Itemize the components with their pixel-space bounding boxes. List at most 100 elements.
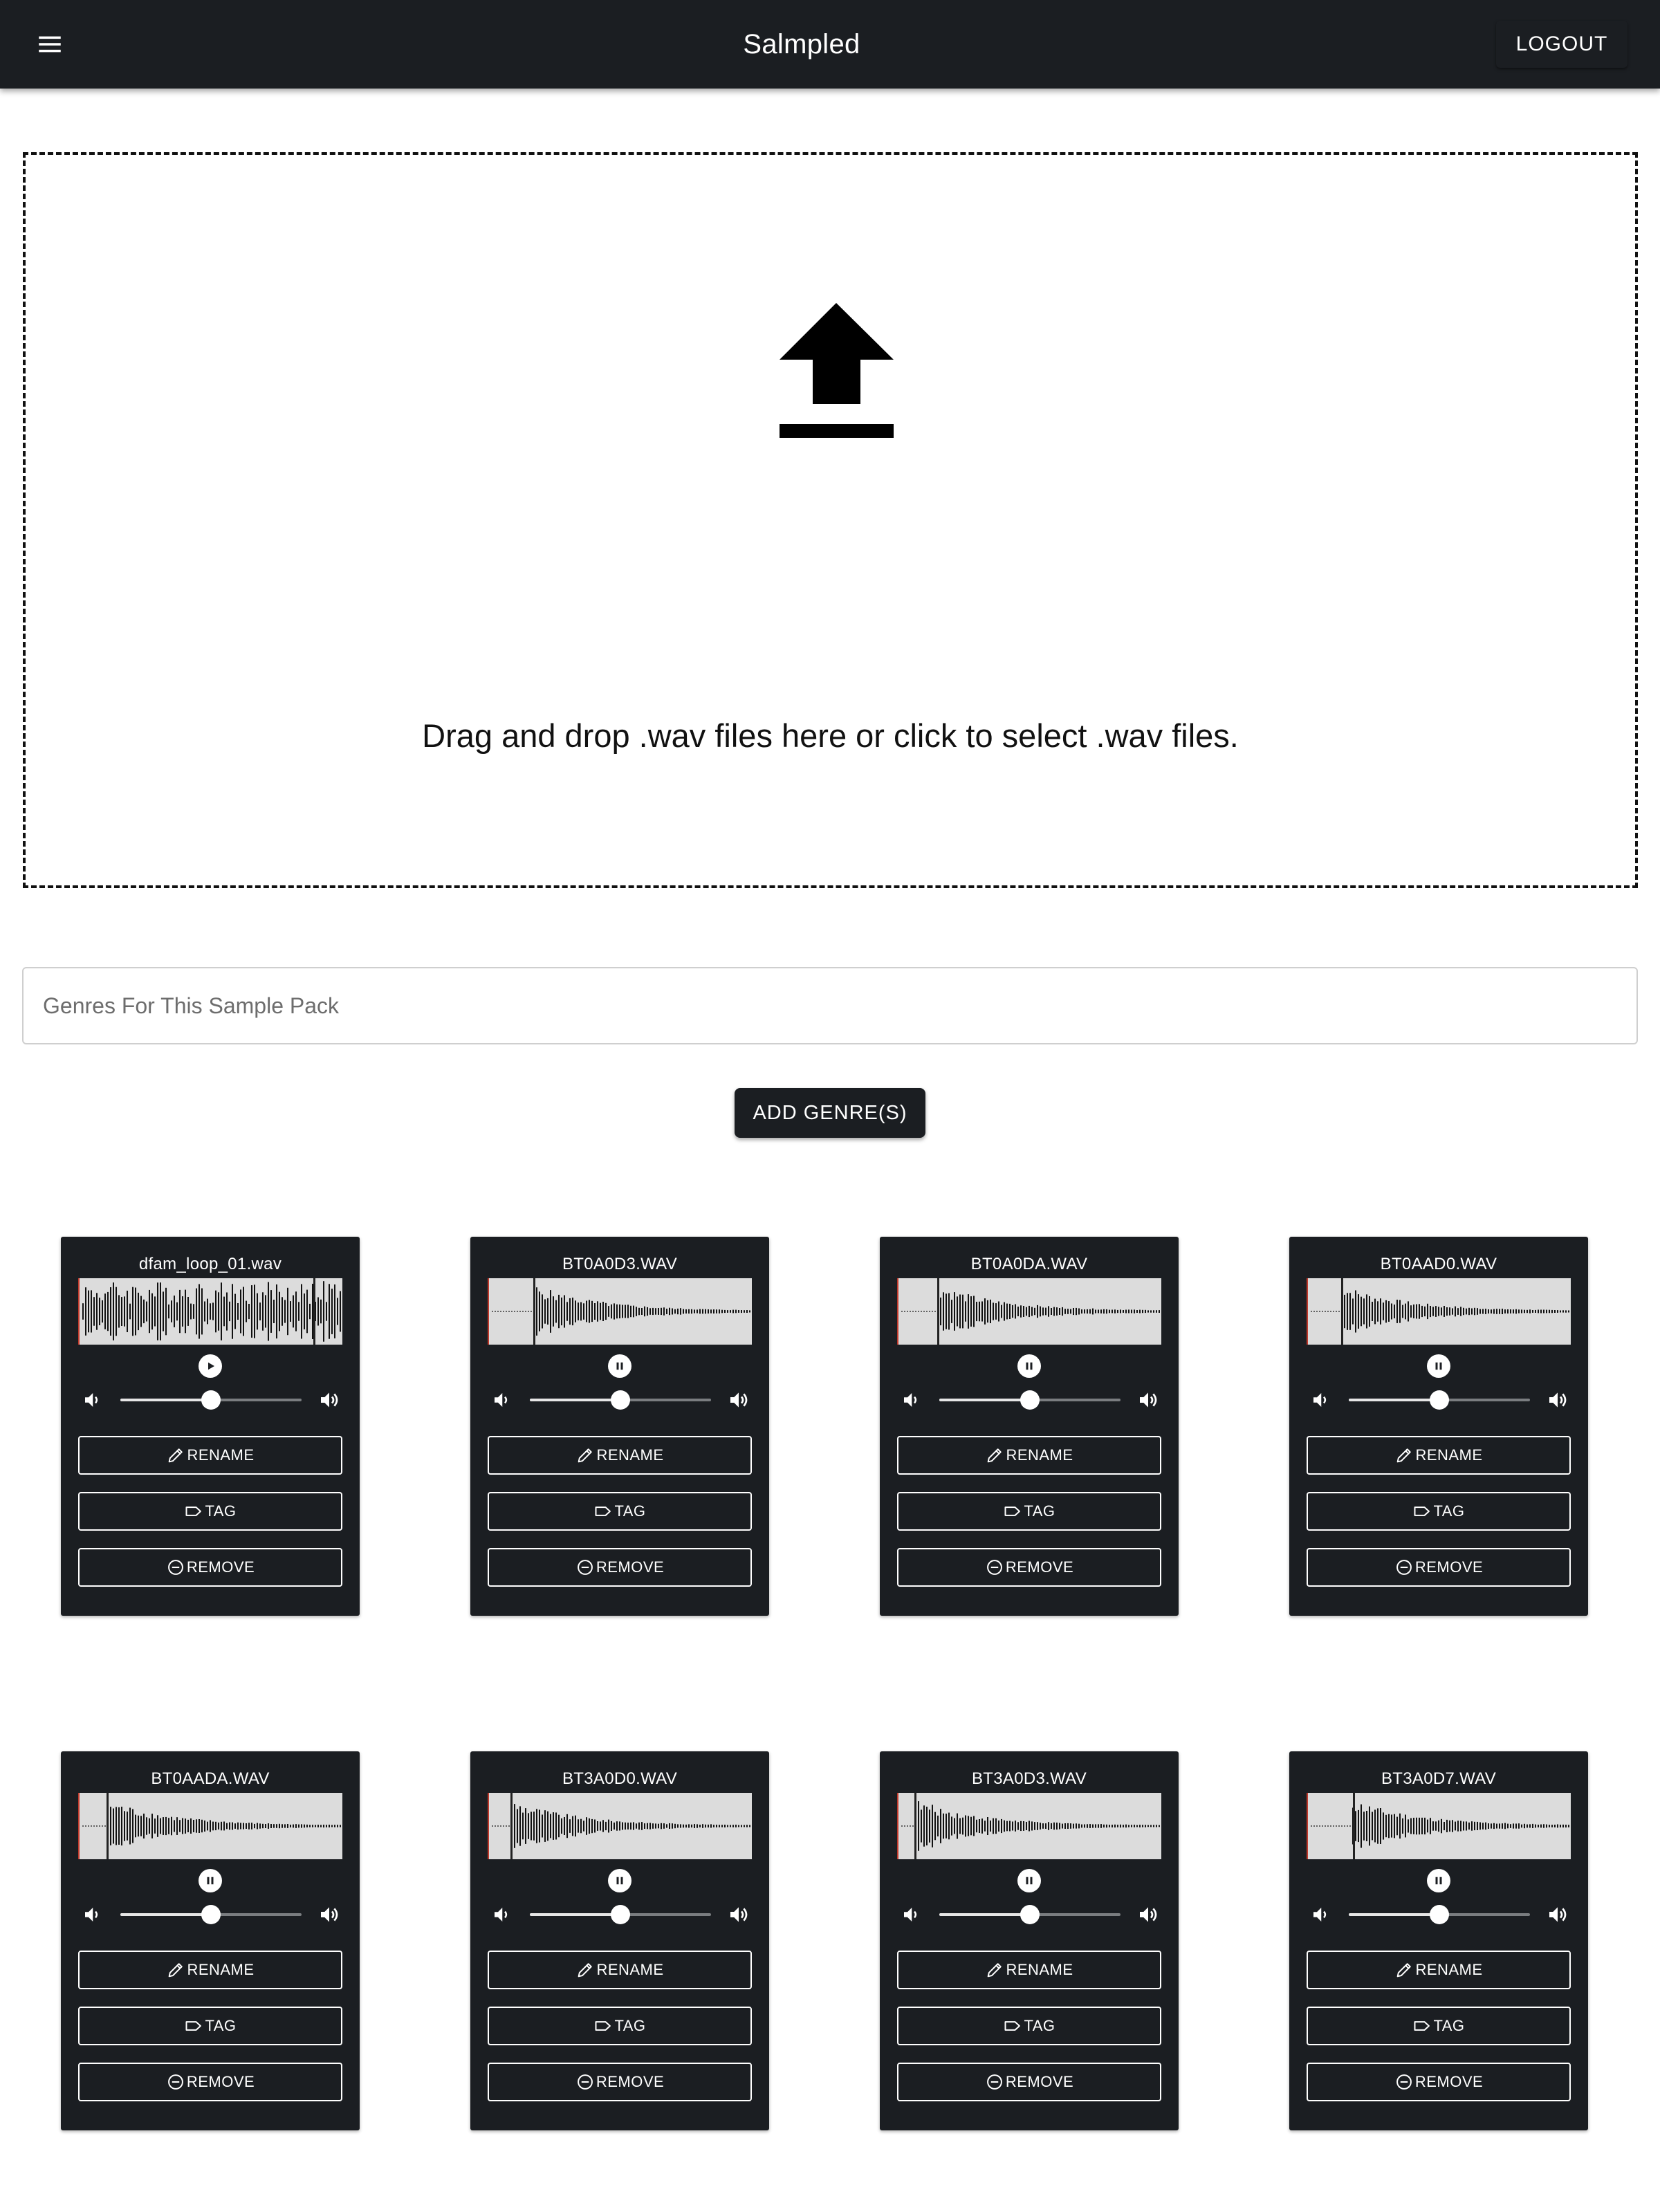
waveform-bar bbox=[190, 1818, 192, 1834]
waveform-bar bbox=[536, 1287, 537, 1336]
waveform-bar bbox=[1471, 1308, 1473, 1315]
waveform-bar bbox=[1042, 1823, 1044, 1829]
volume-slider[interactable] bbox=[530, 1388, 711, 1412]
waveform-bar bbox=[976, 1302, 977, 1322]
waveform-bar bbox=[1087, 1824, 1088, 1828]
volume-slider-thumb[interactable] bbox=[201, 1390, 221, 1410]
volume-slider[interactable] bbox=[120, 1388, 302, 1412]
waveform-bar bbox=[594, 1303, 596, 1320]
waveform-bar bbox=[1023, 1306, 1024, 1317]
remove-button[interactable]: REMOVE bbox=[897, 2063, 1161, 2101]
waveform-bar bbox=[611, 1821, 612, 1831]
waveform-bar bbox=[492, 1825, 493, 1827]
tag-button[interactable]: TAG bbox=[78, 2007, 342, 2045]
rename-button[interactable]: RENAME bbox=[488, 1436, 752, 1475]
pause-button[interactable] bbox=[199, 1869, 222, 1892]
rename-button[interactable]: RENAME bbox=[897, 1436, 1161, 1475]
sample-waveform[interactable] bbox=[1307, 1278, 1571, 1345]
remove-button[interactable]: REMOVE bbox=[78, 2063, 342, 2101]
pause-button[interactable] bbox=[608, 1869, 631, 1892]
tag-button[interactable]: TAG bbox=[897, 2007, 1161, 2045]
volume-slider-thumb[interactable] bbox=[1430, 1390, 1449, 1410]
remove-button[interactable]: REMOVE bbox=[488, 2063, 752, 2101]
volume-slider[interactable] bbox=[939, 1902, 1120, 1927]
waveform-bar bbox=[306, 1824, 308, 1827]
pause-button[interactable] bbox=[608, 1354, 631, 1378]
volume-slider[interactable] bbox=[1349, 1388, 1530, 1412]
remove-button[interactable]: REMOVE bbox=[488, 1548, 752, 1587]
volume-slider-thumb[interactable] bbox=[201, 1905, 221, 1924]
volume-slider[interactable] bbox=[120, 1902, 302, 1927]
tag-button[interactable]: TAG bbox=[488, 2007, 752, 2045]
add-genres-button[interactable]: ADD GENRE(S) bbox=[735, 1088, 925, 1138]
waveform-bar bbox=[201, 1288, 203, 1335]
waveform-bar bbox=[932, 1805, 933, 1847]
pause-button[interactable] bbox=[1017, 1354, 1041, 1378]
pause-button[interactable] bbox=[1427, 1354, 1450, 1378]
genres-input[interactable] bbox=[43, 993, 1617, 1019]
waveform-bar bbox=[91, 1290, 92, 1333]
waveform-bar bbox=[649, 1823, 651, 1829]
waveform-bar bbox=[708, 1309, 709, 1314]
rename-button[interactable]: RENAME bbox=[78, 1951, 342, 1989]
sample-waveform[interactable] bbox=[897, 1278, 1161, 1345]
sample-waveform[interactable] bbox=[488, 1278, 752, 1345]
volume-up-icon bbox=[730, 1392, 748, 1408]
remove-button[interactable]: REMOVE bbox=[897, 1548, 1161, 1587]
waveform-bar bbox=[93, 1297, 95, 1326]
waveform-bar bbox=[1471, 1821, 1473, 1831]
waveform-bar bbox=[685, 1824, 687, 1828]
volume-slider[interactable] bbox=[939, 1388, 1120, 1412]
volume-slider-thumb[interactable] bbox=[1020, 1390, 1040, 1410]
waveform-bar bbox=[1064, 1823, 1066, 1829]
sample-waveform[interactable] bbox=[78, 1793, 342, 1859]
remove-button[interactable]: REMOVE bbox=[1307, 1548, 1571, 1587]
tag-button[interactable]: TAG bbox=[1307, 1492, 1571, 1531]
volume-slider-thumb[interactable] bbox=[611, 1905, 630, 1924]
rename-button[interactable]: RENAME bbox=[1307, 1951, 1571, 1989]
waveform-bar bbox=[1358, 1809, 1359, 1843]
file-dropzone[interactable]: Drag and drop .wav files here or click t… bbox=[23, 152, 1638, 888]
sample-waveform[interactable] bbox=[1307, 1793, 1571, 1859]
volume-slider-thumb[interactable] bbox=[1020, 1905, 1040, 1924]
waveform-bar bbox=[1015, 1304, 1016, 1319]
remove-button[interactable]: REMOVE bbox=[1307, 2063, 1571, 2101]
sample-waveform[interactable] bbox=[78, 1278, 342, 1345]
waveform-bar bbox=[636, 1823, 637, 1829]
tag-button[interactable]: TAG bbox=[897, 1492, 1161, 1531]
rename-button[interactable]: RENAME bbox=[78, 1436, 342, 1475]
waveform-bar bbox=[1026, 1307, 1027, 1316]
waveform-bar bbox=[1444, 1306, 1445, 1317]
pause-button[interactable] bbox=[1017, 1869, 1041, 1892]
waveform-bar bbox=[146, 1817, 147, 1835]
rename-button[interactable]: RENAME bbox=[1307, 1436, 1571, 1475]
waveform-bar bbox=[1513, 1823, 1514, 1829]
sample-waveform[interactable] bbox=[897, 1793, 1161, 1859]
play-button[interactable] bbox=[199, 1354, 222, 1378]
waveform-bar bbox=[979, 1819, 980, 1833]
waveform-bar bbox=[1087, 1309, 1088, 1314]
waveform-bar bbox=[578, 1819, 579, 1833]
volume-slider-thumb[interactable] bbox=[1430, 1905, 1449, 1924]
volume-slider[interactable] bbox=[530, 1902, 711, 1927]
waveform-bar bbox=[113, 1282, 114, 1340]
tag-button[interactable]: TAG bbox=[1307, 2007, 1571, 2045]
volume-slider[interactable] bbox=[1349, 1902, 1530, 1927]
volume-slider-thumb[interactable] bbox=[611, 1390, 630, 1410]
logout-button[interactable]: LOGOUT bbox=[1496, 21, 1627, 68]
sample-waveform[interactable] bbox=[488, 1793, 752, 1859]
waveform-bar bbox=[1051, 1308, 1052, 1315]
tag-button[interactable]: TAG bbox=[78, 1492, 342, 1531]
remove-button[interactable]: REMOVE bbox=[78, 1548, 342, 1587]
tag-button[interactable]: TAG bbox=[488, 1492, 752, 1531]
pause-button[interactable] bbox=[1427, 1869, 1450, 1892]
rename-button[interactable]: RENAME bbox=[488, 1951, 752, 1989]
waveform-bar bbox=[1006, 1303, 1008, 1320]
rename-button[interactable]: RENAME bbox=[897, 1951, 1161, 1989]
waveform-bar bbox=[1430, 1306, 1431, 1318]
waveform-bar bbox=[218, 1822, 219, 1829]
waveform-graphic bbox=[82, 1793, 341, 1859]
waveform-bar bbox=[179, 1820, 181, 1832]
waveform-bar bbox=[1410, 1305, 1412, 1318]
volume-slider-track bbox=[939, 1913, 1030, 1916]
